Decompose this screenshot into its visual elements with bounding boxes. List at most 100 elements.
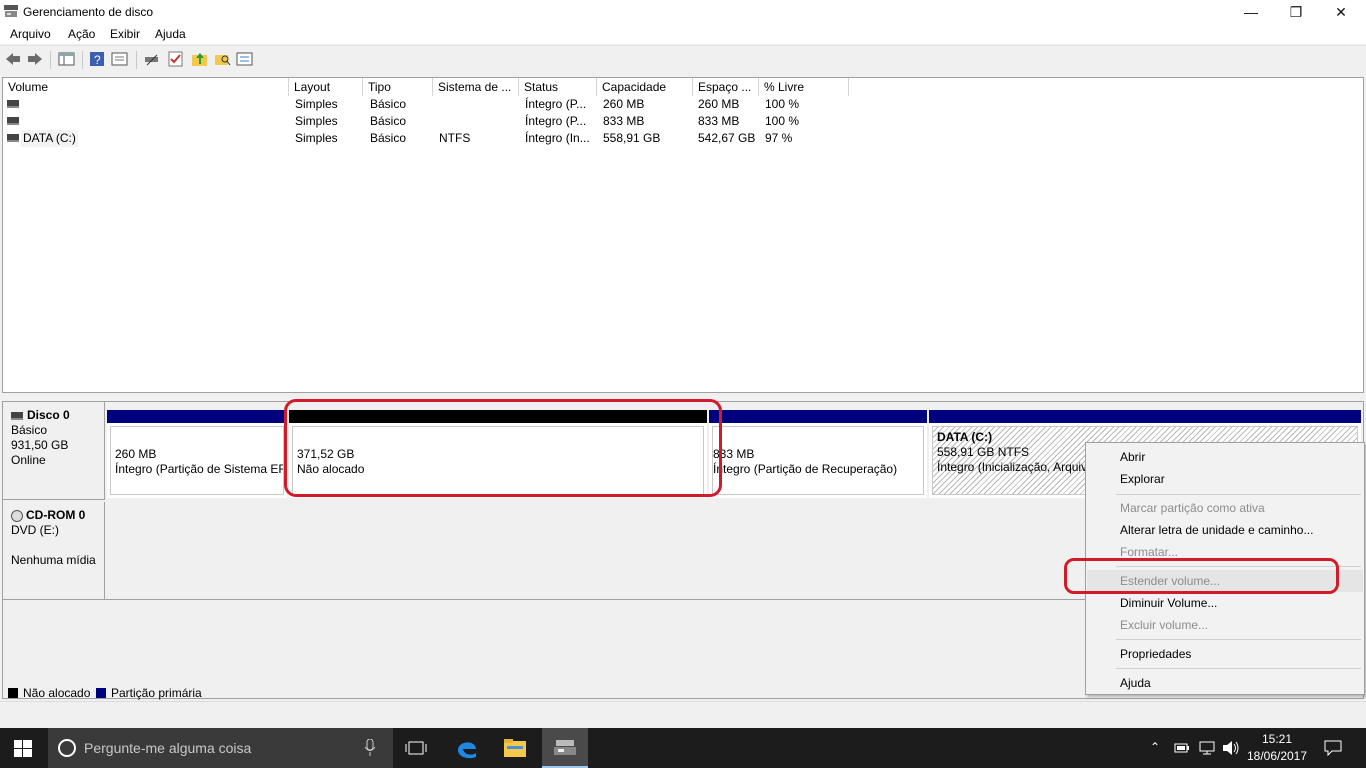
minimize-button[interactable]: — — [1228, 0, 1274, 24]
search-folder-icon[interactable] — [214, 51, 232, 67]
partition-size: 260 MB — [115, 447, 157, 461]
col-livre[interactable]: % Livre — [759, 78, 849, 96]
clock-time[interactable]: 15:21 — [1244, 732, 1310, 746]
microphone-icon[interactable] — [364, 738, 376, 757]
legend-primary: Partição primária — [111, 686, 202, 700]
menu-arquivo[interactable]: Arquivo — [10, 27, 51, 41]
table-cell-livre: 100 % — [765, 114, 800, 128]
checklist-icon[interactable] — [167, 51, 185, 67]
menu-item-marcar-ativa[interactable]: Marcar partição como ativa — [1087, 497, 1363, 519]
table-cell-volume[interactable] — [23, 113, 283, 130]
col-layout[interactable]: Layout — [289, 78, 363, 96]
console-tree-icon[interactable] — [58, 51, 76, 67]
network-icon[interactable] — [1198, 741, 1216, 755]
disk-0-label[interactable]: Disco 0 Básico 931,50 GB Online — [3, 402, 105, 500]
table-cell-volume[interactable]: DATA (C:) — [21, 130, 78, 147]
battery-icon[interactable] — [1174, 742, 1190, 754]
col-tipo[interactable]: Tipo — [363, 78, 433, 96]
toolbar-separator — [50, 51, 51, 69]
search-placeholder: Pergunte-me alguma coisa — [84, 740, 252, 756]
menu-acao[interactable]: Ação — [68, 27, 95, 41]
disk-management-icon — [554, 738, 576, 756]
cdrom-0-label[interactable]: CD-ROM 0 DVD (E:) Nenhuma mídia — [3, 502, 105, 600]
window-title: Gerenciamento de disco — [23, 5, 154, 19]
taskbar: Pergunte-me alguma coisa ⌃ 15:21 18/06/2… — [0, 728, 1366, 768]
help-icon[interactable]: ? — [89, 51, 107, 67]
table-cell-status: Íntegro (P... — [525, 97, 587, 111]
volume-speaker-icon[interactable] — [1222, 740, 1240, 756]
show-hidden-icons-icon[interactable]: ⌃ — [1150, 740, 1160, 754]
disk-0-state: Online — [11, 453, 46, 467]
menu-item-propriedades[interactable]: Propriedades — [1087, 643, 1363, 665]
toolbar-separator — [82, 51, 83, 69]
edge-browser-icon[interactable] — [455, 737, 479, 759]
settings-list-icon[interactable] — [236, 51, 254, 67]
table-cell-volume[interactable] — [23, 96, 283, 113]
table-cell-capacidade: 260 MB — [603, 97, 645, 111]
volume-list: Volume Layout Tipo Sistema de ... Status… — [2, 77, 1364, 393]
partition-recovery[interactable]: 833 MB Íntegro (Partição de Recuperação) — [709, 410, 927, 498]
toolbar: ? — [0, 45, 1366, 73]
table-cell-layout: Simples — [295, 131, 338, 145]
menu-bar: Arquivo Ação Exibir Ajuda — [0, 24, 1366, 44]
menu-item-excluir-volume[interactable]: Excluir volume... — [1087, 614, 1363, 636]
table-cell-tipo: Básico — [370, 97, 407, 111]
properties-icon[interactable] — [111, 51, 129, 67]
table-cell-layout: Simples — [295, 114, 338, 128]
partition-size: 833 MB — [713, 447, 755, 461]
table-cell-status: Íntegro (P... — [525, 114, 587, 128]
disk-0-size: 931,50 GB — [11, 438, 69, 452]
windows-start-icon[interactable] — [14, 740, 32, 757]
file-explorer-icon[interactable] — [504, 738, 526, 758]
table-cell-livre: 97 % — [765, 131, 793, 145]
forward-arrow-icon[interactable] — [26, 51, 44, 67]
cdrom-0-name: CD-ROM 0 — [26, 508, 86, 522]
svg-text:?: ? — [94, 53, 101, 67]
menu-item-alterar-letra[interactable]: Alterar letra de unidade e caminho... — [1087, 519, 1363, 541]
table-cell-espaco: 833 MB — [698, 114, 740, 128]
close-button[interactable]: ✕ — [1318, 0, 1364, 24]
connect-drive-icon[interactable] — [143, 51, 161, 67]
cdrom-0-type: DVD (E:) — [11, 523, 59, 537]
task-view-icon[interactable] — [405, 740, 427, 756]
partition-primary-bar — [709, 410, 927, 423]
table-cell-espaco: 260 MB — [698, 97, 740, 111]
menu-separator — [1116, 668, 1361, 669]
menu-item-abrir[interactable]: Abrir — [1087, 446, 1363, 468]
search-box[interactable]: Pergunte-me alguma coisa — [48, 728, 393, 768]
menu-exibir[interactable]: Exibir — [110, 27, 140, 41]
drive-icon — [7, 134, 19, 142]
col-volume[interactable]: Volume — [3, 78, 289, 96]
status-bar — [0, 701, 1366, 728]
partition-status: Íntegro (Partição de Sistema EFI — [115, 462, 284, 476]
table-cell-status: Íntegro (In... — [525, 131, 590, 145]
taskbar-app-disk-management[interactable] — [542, 728, 588, 768]
annotation-box — [1064, 558, 1339, 594]
disk-management-icon — [4, 5, 18, 18]
title-bar: Gerenciamento de disco — ❐ ✕ — [0, 0, 1366, 24]
maximize-button[interactable]: ❐ — [1273, 0, 1319, 24]
menu-item-diminuir-volume[interactable]: Diminuir Volume... — [1087, 592, 1363, 614]
legend-unallocated: Não alocado — [23, 686, 91, 700]
notification-center-icon[interactable] — [1324, 739, 1342, 757]
table-cell-capacidade: 558,91 GB — [603, 131, 661, 145]
col-capacidade[interactable]: Capacidade — [597, 78, 693, 96]
up-folder-icon[interactable] — [191, 51, 209, 67]
clock-date[interactable]: 18/06/2017 — [1244, 749, 1310, 763]
partition-body: 833 MB Íntegro (Partição de Recuperação) — [712, 426, 924, 495]
col-sistema[interactable]: Sistema de ... — [433, 78, 519, 96]
partition-efi[interactable]: 260 MB Íntegro (Partição de Sistema EFI — [107, 410, 287, 498]
disk-0-name: Disco 0 — [27, 408, 70, 422]
disk-0-type: Básico — [11, 423, 48, 437]
menu-separator — [1116, 639, 1361, 640]
partition-primary-bar — [929, 410, 1361, 423]
menu-item-ajuda[interactable]: Ajuda — [1087, 672, 1363, 694]
table-cell-layout: Simples — [295, 97, 338, 111]
menu-ajuda[interactable]: Ajuda — [155, 27, 186, 41]
col-status[interactable]: Status — [519, 78, 597, 96]
partition-primary-bar — [107, 410, 287, 423]
back-arrow-icon[interactable] — [4, 51, 22, 67]
annotation-box — [284, 399, 722, 497]
menu-item-explorar[interactable]: Explorar — [1087, 468, 1363, 490]
col-espaco[interactable]: Espaço ... — [693, 78, 759, 96]
